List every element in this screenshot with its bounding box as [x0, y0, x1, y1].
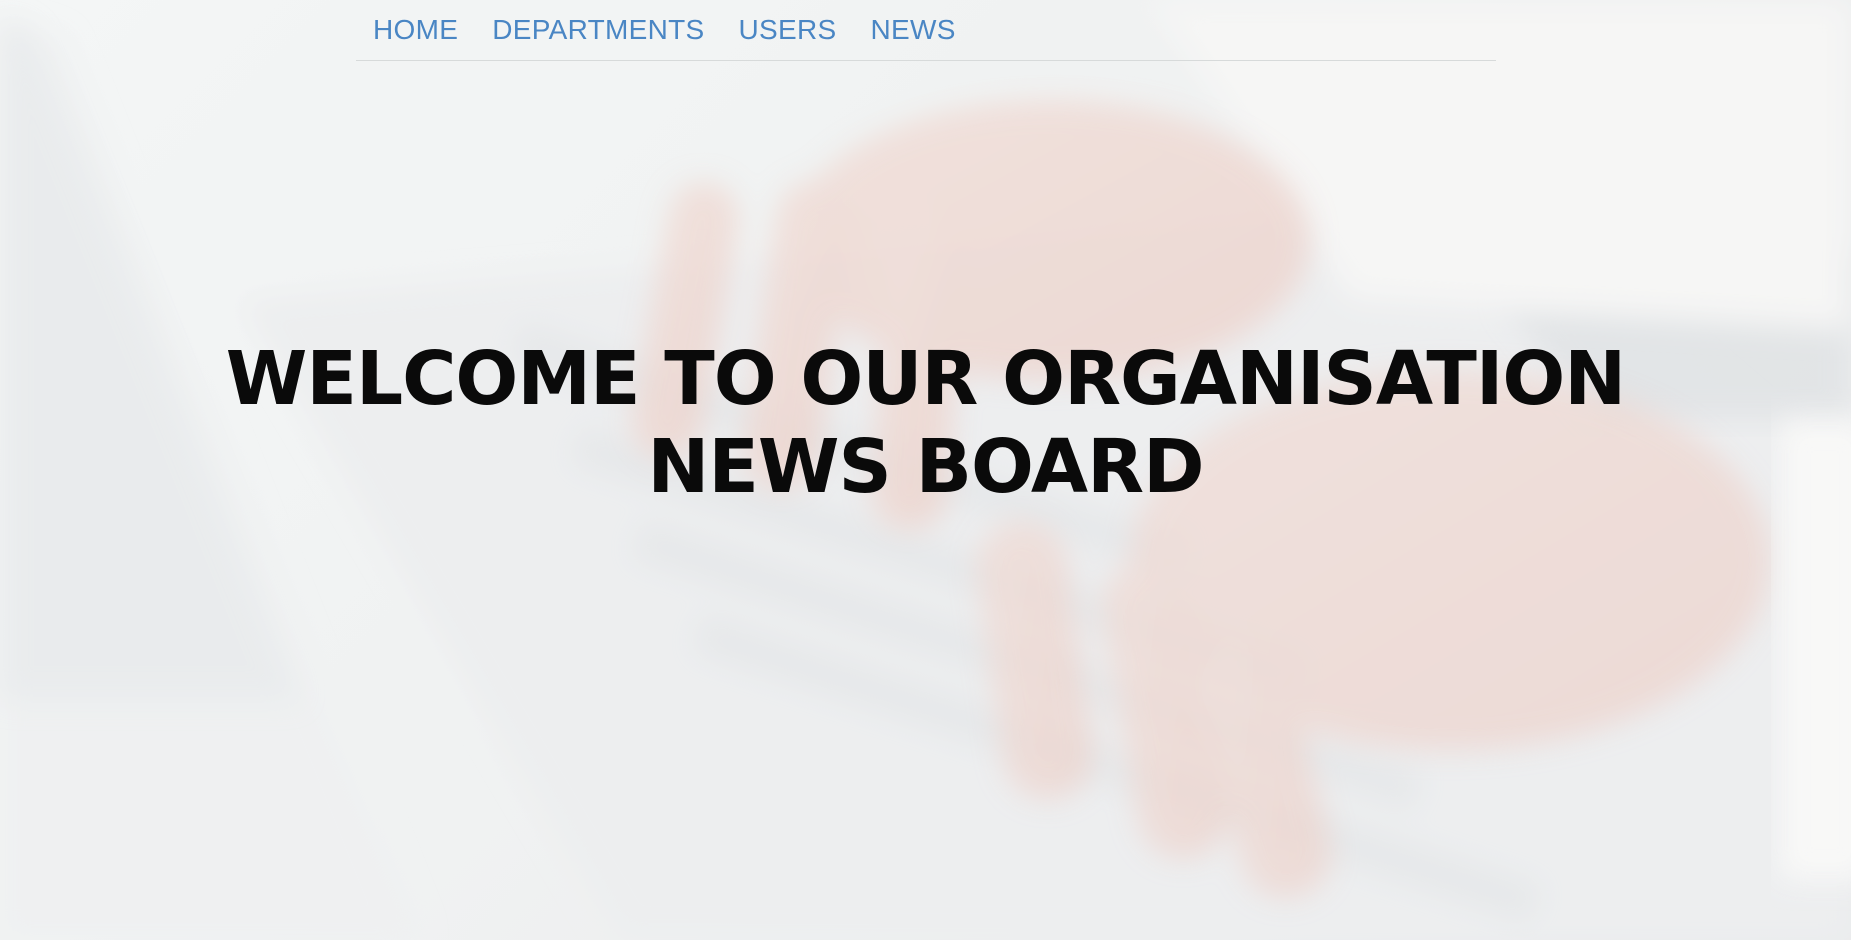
nav-list: HOME DEPARTMENTS USERS NEWS	[356, 0, 1496, 60]
main-navbar: HOME DEPARTMENTS USERS NEWS	[356, 0, 1496, 61]
nav-item-departments: DEPARTMENTS	[492, 14, 704, 46]
nav-link-news[interactable]: NEWS	[870, 14, 955, 45]
nav-item-news: NEWS	[870, 14, 955, 46]
nav-item-home: HOME	[373, 14, 458, 46]
nav-link-users[interactable]: USERS	[739, 14, 837, 45]
nav-item-users: USERS	[739, 14, 837, 46]
hero-title-line-2: NEWS BOARD	[647, 424, 1204, 510]
page: HOME DEPARTMENTS USERS NEWS WELCOME TO O…	[0, 0, 1851, 940]
hero-title: WELCOME TO OUR ORGANISATION NEWS BOARD	[0, 335, 1851, 511]
nav-link-departments[interactable]: DEPARTMENTS	[492, 14, 704, 45]
hero-title-line-1: WELCOME TO OUR ORGANISATION	[225, 336, 1626, 422]
nav-link-home[interactable]: HOME	[373, 14, 458, 45]
